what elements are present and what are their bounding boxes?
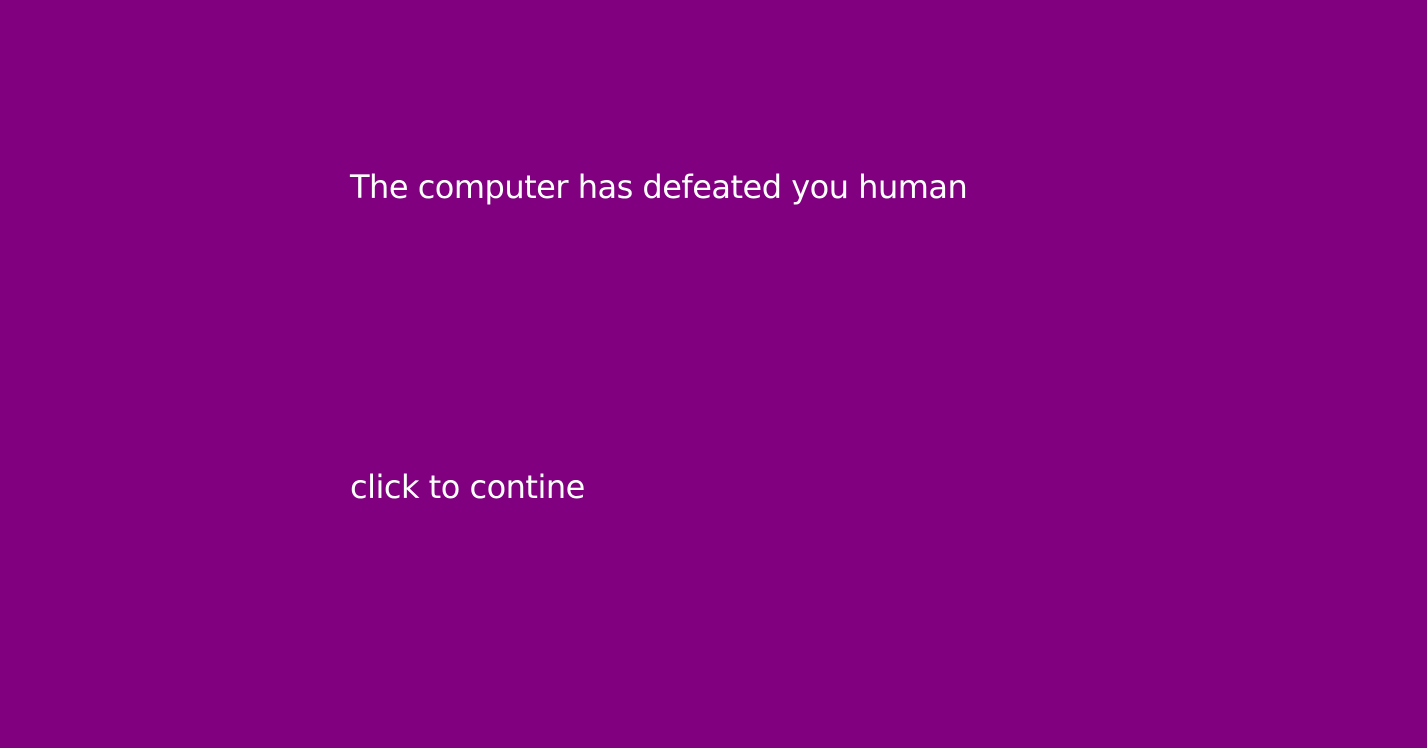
defeat-message: The computer has defeated you human bbox=[350, 168, 968, 206]
game-over-screen[interactable]: The computer has defeated you human clic… bbox=[0, 0, 1427, 748]
continue-prompt[interactable]: click to contine bbox=[350, 467, 585, 507]
